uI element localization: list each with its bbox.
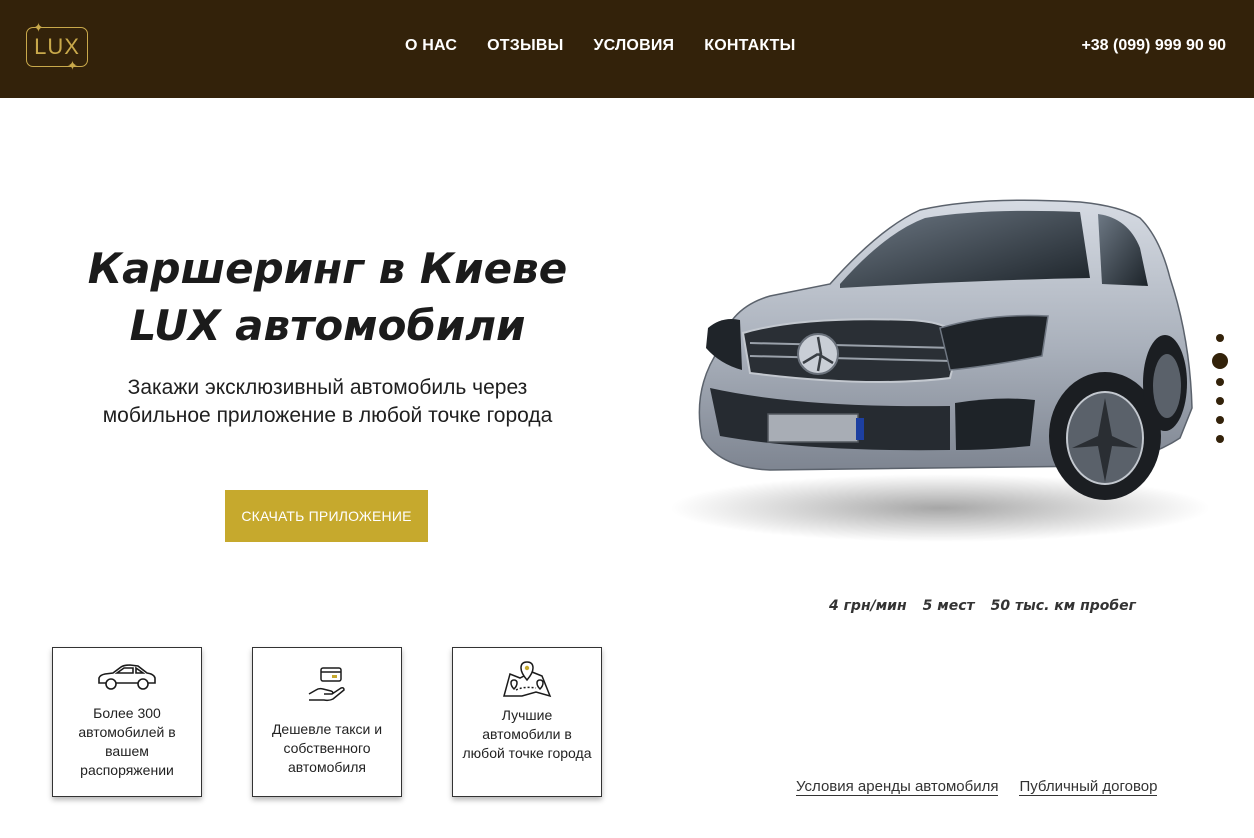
slider-dot[interactable]	[1216, 435, 1224, 443]
slider-dot[interactable]	[1216, 416, 1224, 424]
header: LUX ✦ ✦ О НАС ОТЗЫВЫ УСЛОВИЯ КОНТАКТЫ +3…	[0, 0, 1254, 98]
map-pin-icon	[503, 661, 552, 698]
hero-subtitle: Закажи эксклюзивный автомобиль через моб…	[40, 374, 615, 430]
hero-subtitle-line: мобильное приложение в любой точке город…	[102, 404, 553, 427]
logo-text: LUX	[34, 34, 80, 59]
logo[interactable]: LUX ✦ ✦	[26, 20, 88, 73]
hero-title-line: LUX автомобили	[129, 301, 526, 350]
download-app-button[interactable]: СКАЧАТЬ ПРИЛОЖЕНИЕ	[225, 490, 428, 542]
feature-card: Лучшие автомобили в любой точке города	[452, 647, 602, 797]
hero-subtitle-line: Закажи эксклюзивный автомобиль через	[127, 376, 528, 399]
phone-number[interactable]: +38 (099) 999 90 90	[1081, 37, 1226, 55]
hero-title: Каршеринг в Киеве LUX автомобили	[40, 240, 615, 354]
spec-seats: 5 мест	[922, 598, 975, 614]
spec-mileage: 50 тыс. км пробег	[990, 598, 1136, 614]
feature-card: Более 300 автомобилей в вашем распоряжен…	[52, 647, 202, 797]
feature-text: Лучшие автомобили в любой точке города	[462, 707, 592, 761]
main-nav: О НАС ОТЗЫВЫ УСЛОВИЯ КОНТАКТЫ	[405, 37, 826, 55]
nav-item-conditions[interactable]: УСЛОВИЯ	[593, 37, 674, 55]
slider-dot[interactable]	[1216, 334, 1224, 342]
car-specs: 4 грн/мин 5 мест 50 тыс. км пробег	[829, 598, 1152, 614]
nav-item-reviews[interactable]: ОТЗЫВЫ	[487, 37, 563, 55]
car-icon	[98, 664, 156, 690]
feature-text: Более 300 автомобилей в вашем распоряжен…	[78, 705, 176, 778]
nav-item-contacts[interactable]: КОНТАКТЫ	[704, 37, 795, 55]
footer-links: Условия аренды автомобиля Публичный дого…	[796, 778, 1178, 796]
sparkle-icon: ✦	[67, 58, 78, 73]
feature-text: Дешевле такси и собственного автомобиля	[271, 721, 383, 775]
slider-dot[interactable]	[1216, 378, 1224, 386]
nav-item-about[interactable]: О НАС	[405, 37, 457, 55]
car-image	[670, 199, 1210, 542]
public-contract-link[interactable]: Публичный договор	[1019, 778, 1158, 796]
sparkle-icon: ✦	[33, 20, 44, 35]
slider-dot-active[interactable]	[1212, 353, 1228, 369]
hand-card-icon	[308, 667, 345, 702]
slider-dot[interactable]	[1216, 397, 1224, 405]
spec-price: 4 грн/мин	[829, 598, 907, 614]
slider-pagination	[1210, 334, 1230, 454]
hero-title-line: Каршеринг в Киеве	[87, 244, 568, 293]
rental-terms-link[interactable]: Условия аренды автомобиля	[796, 778, 999, 796]
feature-card: Дешевле такси и собственного автомобиля	[252, 647, 402, 797]
